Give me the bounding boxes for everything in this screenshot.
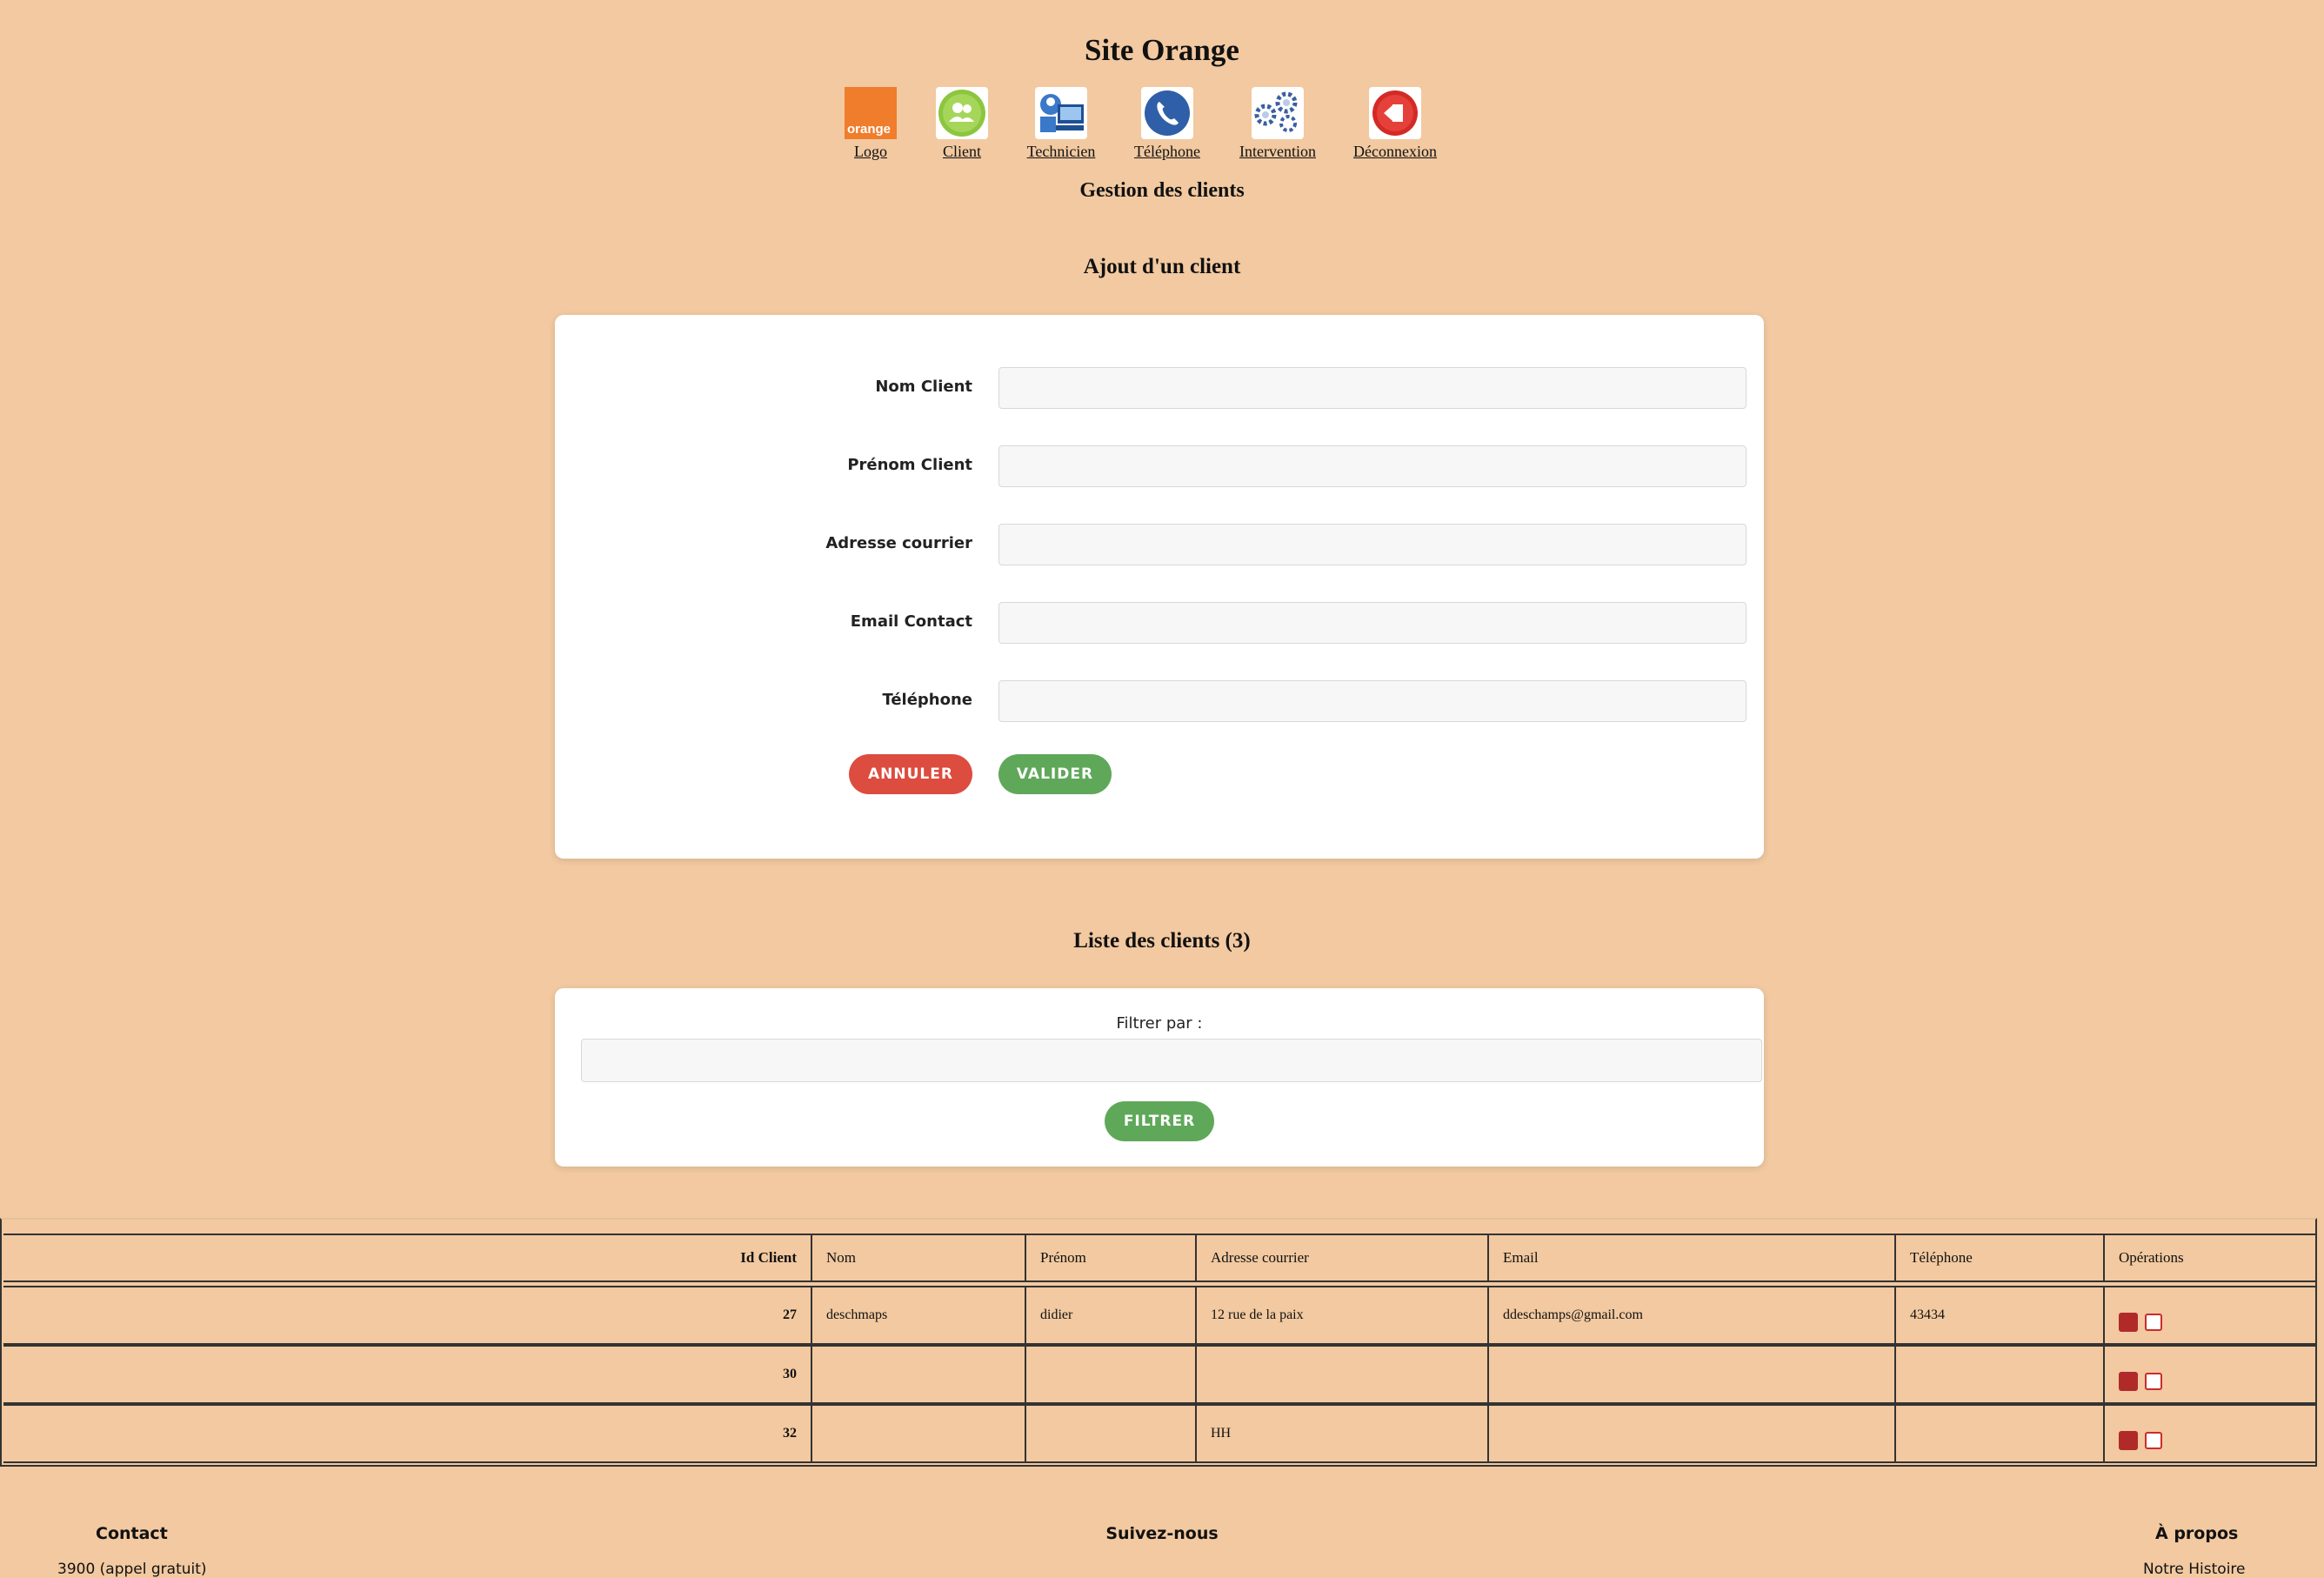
field-row-prenom: Prénom Client	[555, 445, 1764, 489]
delete-icon[interactable]	[2119, 1313, 2138, 1333]
gears-icon	[1252, 87, 1304, 139]
cell-prenom	[1026, 1347, 1197, 1402]
nom-client-input[interactable]	[998, 367, 1746, 409]
form-title: Ajout d'un client	[1083, 255, 1241, 278]
nav-deconnexion-label: Déconnexion	[1353, 143, 1437, 160]
cell-adresse: 12 rue de la paix	[1197, 1287, 1489, 1343]
footer-about-title: À propos	[2155, 1524, 2239, 1543]
col-prenom: Prénom	[1026, 1235, 1197, 1280]
adresse-courrier-label: Adresse courrier	[825, 534, 972, 552]
add-client-form: Nom Client Prénom Client Adresse courrie…	[555, 315, 1764, 859]
cell-prenom: didier	[1026, 1287, 1197, 1343]
cancel-button[interactable]: ANNULER	[849, 754, 972, 794]
client-icon	[936, 87, 988, 139]
client-list-title: Liste des clients (3)	[1073, 929, 1251, 953]
prenom-client-input[interactable]	[998, 445, 1746, 487]
cell-adresse: HH	[1197, 1406, 1489, 1461]
field-row-adresse: Adresse courrier	[555, 524, 1764, 567]
logout-icon	[1369, 87, 1421, 139]
delete-icon[interactable]	[2119, 1372, 2138, 1392]
nav-deconnexion[interactable]: Déconnexion	[1353, 87, 1437, 161]
cell-nom	[812, 1406, 1026, 1461]
field-row-nom: Nom Client	[555, 367, 1764, 411]
telephone-label: Téléphone	[882, 691, 972, 709]
nav-technicien[interactable]: Technicien	[1026, 87, 1096, 161]
cell-operations	[2105, 1347, 2317, 1402]
footer-about-link[interactable]: Notre Histoire	[2143, 1561, 2246, 1578]
nav-intervention[interactable]: Intervention	[1239, 87, 1317, 161]
nav-client[interactable]: Client	[936, 87, 988, 161]
nav-logo[interactable]: orange Logo	[844, 87, 898, 161]
filter-label: Filtrer par :	[1116, 1014, 1203, 1033]
col-email: Email	[1489, 1235, 1896, 1280]
edit-icon[interactable]	[2145, 1373, 2162, 1391]
prenom-client-label: Prénom Client	[847, 456, 972, 474]
nav-intervention-label: Intervention	[1239, 143, 1316, 160]
footer-contact-line: 3900 (appel gratuit)	[57, 1561, 207, 1578]
email-contact-input[interactable]	[998, 602, 1746, 644]
submit-button[interactable]: VALIDER	[998, 754, 1112, 794]
cell-operations	[2105, 1406, 2317, 1461]
cell-id: 30	[3, 1347, 812, 1402]
nav-technicien-label: Technicien	[1026, 143, 1096, 160]
cell-email: ddeschamps@gmail.com	[1489, 1287, 1896, 1343]
cell-adresse	[1197, 1347, 1489, 1402]
cell-nom	[812, 1347, 1026, 1402]
cell-prenom	[1026, 1406, 1197, 1461]
cell-telephone	[1896, 1406, 2105, 1461]
filter-button[interactable]: FILTRER	[1105, 1101, 1214, 1141]
cell-id: 32	[3, 1406, 812, 1461]
col-id-client: Id Client	[3, 1235, 812, 1280]
cell-operations	[2105, 1287, 2317, 1343]
field-row-email: Email Contact	[555, 602, 1764, 645]
filter-input[interactable]	[581, 1039, 1762, 1082]
cell-email	[1489, 1406, 1896, 1461]
nav-client-label: Client	[943, 143, 981, 160]
main-nav: orange Logo Client Technicien Téléphone …	[0, 87, 2324, 165]
cell-telephone: 43434	[1896, 1287, 2105, 1343]
delete-icon[interactable]	[2119, 1431, 2138, 1451]
cell-id: 27	[3, 1287, 812, 1343]
table-row: 30	[3, 1345, 2317, 1404]
nom-client-label: Nom Client	[875, 378, 972, 396]
cell-nom: deschmaps	[812, 1287, 1026, 1343]
adresse-courrier-input[interactable]	[998, 524, 1746, 565]
field-row-telephone: Téléphone	[555, 680, 1764, 724]
col-adresse: Adresse courrier	[1197, 1235, 1489, 1280]
table-row: 27 deschmaps didier 12 rue de la paix dd…	[3, 1286, 2317, 1345]
nav-telephone[interactable]: Téléphone	[1132, 87, 1202, 161]
col-operations: Opérations	[2105, 1235, 2317, 1280]
footer-follow-title: Suivez-nous	[1105, 1524, 1219, 1543]
nav-telephone-label: Téléphone	[1134, 143, 1200, 160]
phone-icon	[1141, 87, 1193, 139]
table-row: 32 HH	[3, 1404, 2317, 1463]
telephone-input[interactable]	[998, 680, 1746, 722]
col-nom: Nom	[812, 1235, 1026, 1280]
technician-icon	[1035, 87, 1087, 139]
cell-telephone	[1896, 1347, 2105, 1402]
edit-icon[interactable]	[2145, 1314, 2162, 1332]
table-header-row: Id Client Nom Prénom Adresse courrier Em…	[3, 1234, 2317, 1282]
col-telephone: Téléphone	[1896, 1235, 2105, 1280]
site-title: Site Orange	[1085, 33, 1239, 67]
email-contact-label: Email Contact	[850, 612, 972, 631]
nav-logo-label: Logo	[854, 143, 887, 160]
section-title: Gestion des clients	[1079, 179, 1245, 202]
filter-panel: Filtrer par : FILTRER	[555, 988, 1764, 1167]
orange-logo-icon: orange	[845, 87, 897, 139]
cell-email	[1489, 1347, 1896, 1402]
edit-icon[interactable]	[2145, 1432, 2162, 1450]
